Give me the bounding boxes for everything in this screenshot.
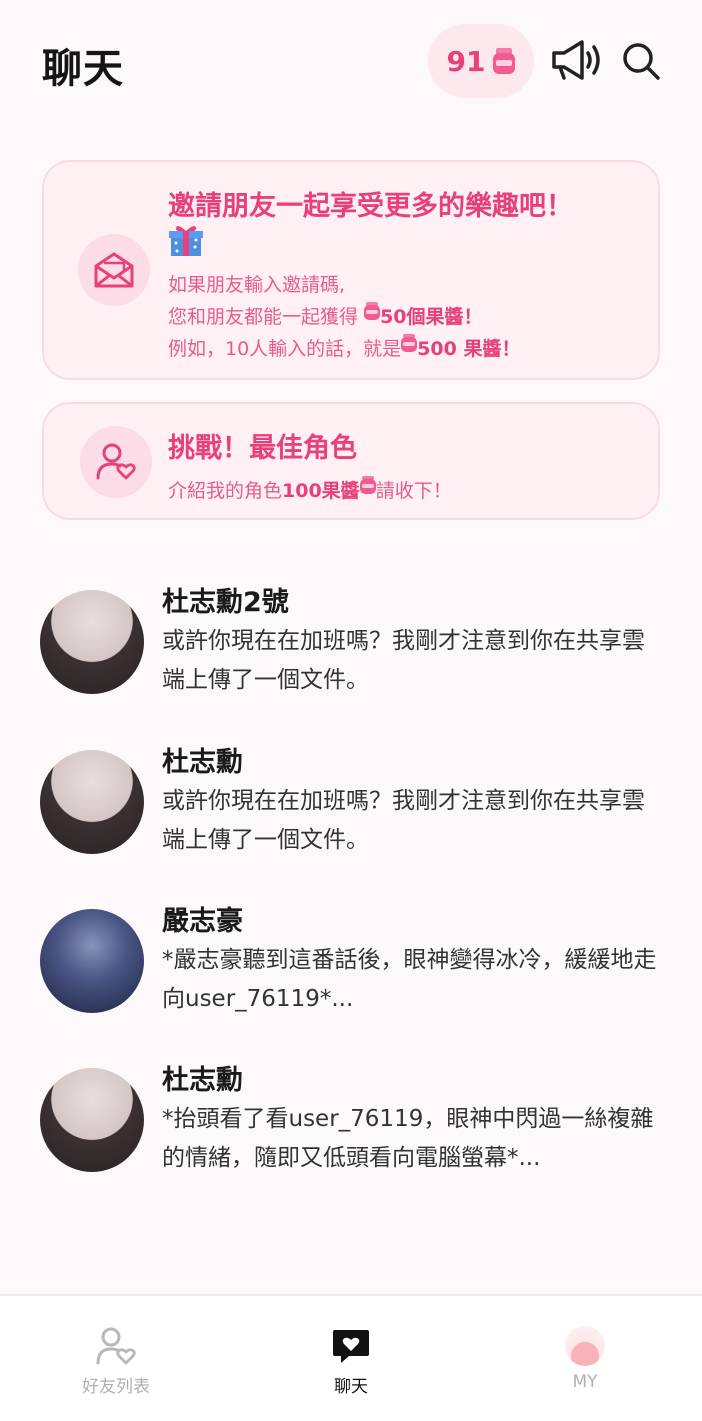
invite-line-3: 例如，10人輸入的話，就是 500 果醬！ [168, 334, 520, 361]
invite-friends-card[interactable]: 邀請朋友一起享受更多的樂趣吧！ 如果朋友輸入邀請碼, 您和朋友都能一起獲得 50… [42, 160, 660, 380]
invite-line-1: 如果朋友輸入邀請碼, [168, 274, 346, 296]
challenge-line-suffix: 請收下！ [375, 480, 452, 502]
profile-avatar-icon [565, 1326, 605, 1366]
user-heart-icon [96, 443, 136, 480]
chat-name: 杜志勳 [162, 747, 243, 778]
chat-heart-icon [333, 1330, 369, 1363]
mail-icon [94, 252, 134, 288]
best-character-challenge-card[interactable]: 挑戰！最佳角色 介紹我的角色100果醬 請收下！ [42, 402, 660, 520]
chat-preview: *嚴志豪聽到這番話後，眼神變得冰冷，緩緩地走向user_76119*... [162, 947, 657, 1012]
jam-jar-icon [493, 48, 516, 74]
chat-list-item[interactable]: 杜志勳2號 或許你現在在加班嗎？我剛才注意到你在共享雲端上傳了一個文件。 [40, 580, 670, 720]
page-title: 聊天 [42, 46, 124, 92]
user-heart-icon [96, 1327, 136, 1365]
invite-card-title: 邀請朋友一起享受更多的樂趣吧！ [168, 191, 573, 222]
tab-friends[interactable]: 好友列表 [36, 1296, 196, 1421]
jam-jar-icon [359, 476, 376, 494]
avatar [40, 750, 144, 854]
jam-count: 91 [446, 44, 486, 78]
megaphone-icon[interactable] [550, 38, 604, 82]
tab-label: 好友列表 [82, 1377, 150, 1397]
avatar [40, 1068, 144, 1172]
gift-icon [169, 225, 203, 256]
invite-line-3-text: 例如，10人輸入的話，就是 [168, 338, 402, 360]
tab-my[interactable]: MY [505, 1296, 665, 1421]
jam-jar-icon [364, 302, 381, 320]
avatar [40, 909, 144, 1013]
challenge-reward-amount: 100果醬 [282, 480, 360, 502]
search-icon[interactable] [620, 40, 662, 82]
invite-reward-amount: 50個果醬！ [380, 306, 483, 328]
jam-balance-button[interactable]: 91 [428, 24, 534, 98]
mail-icon-badge [78, 234, 150, 306]
chat-preview: 或許你現在在加班嗎？我剛才注意到你在共享雲端上傳了一個文件。 [162, 788, 645, 853]
header: 聊天 91 [0, 0, 702, 120]
chat-name: 杜志勳2號 [162, 587, 289, 618]
tab-label: MY [572, 1372, 598, 1392]
tab-chat[interactable]: 聊天 [271, 1296, 431, 1421]
challenge-card-title: 挑戰！最佳角色 [168, 433, 357, 464]
challenge-line: 介紹我的角色100果醬 請收下！ [168, 476, 452, 503]
invite-line-2: 您和朋友都能一起獲得 50個果醬！ [168, 302, 483, 329]
tab-label: 聊天 [334, 1377, 368, 1397]
bottom-tab-bar: 好友列表 聊天 MY [0, 1294, 702, 1421]
chat-list-item[interactable]: 杜志勳 或許你現在在加班嗎？我剛才注意到你在共享雲端上傳了一個文件。 [40, 740, 670, 880]
user-heart-icon-badge [80, 426, 152, 498]
chat-name: 嚴志豪 [162, 906, 243, 937]
chat-preview: *抬頭看了看user_76119，眼神中閃過一絲複雜的情緒，隨即又低頭看向電腦螢… [162, 1106, 654, 1171]
invite-line-2-text: 您和朋友都能一起獲得 [168, 306, 359, 328]
avatar [40, 590, 144, 694]
invite-example-amount: 500 果醬！ [417, 338, 521, 360]
chat-name: 杜志勳 [162, 1065, 243, 1096]
chat-list-item[interactable]: 嚴志豪 *嚴志豪聽到這番話後，眼神變得冰冷，緩緩地走向user_76119*..… [40, 899, 670, 1039]
chat-list-item[interactable]: 杜志勳 *抬頭看了看user_76119，眼神中閃過一絲複雜的情緒，隨即又低頭看… [40, 1058, 670, 1198]
challenge-line-text: 介紹我的角色 [168, 480, 283, 502]
chat-preview: 或許你現在在加班嗎？我剛才注意到你在共享雲端上傳了一個文件。 [162, 628, 645, 693]
jam-jar-icon [401, 334, 418, 352]
